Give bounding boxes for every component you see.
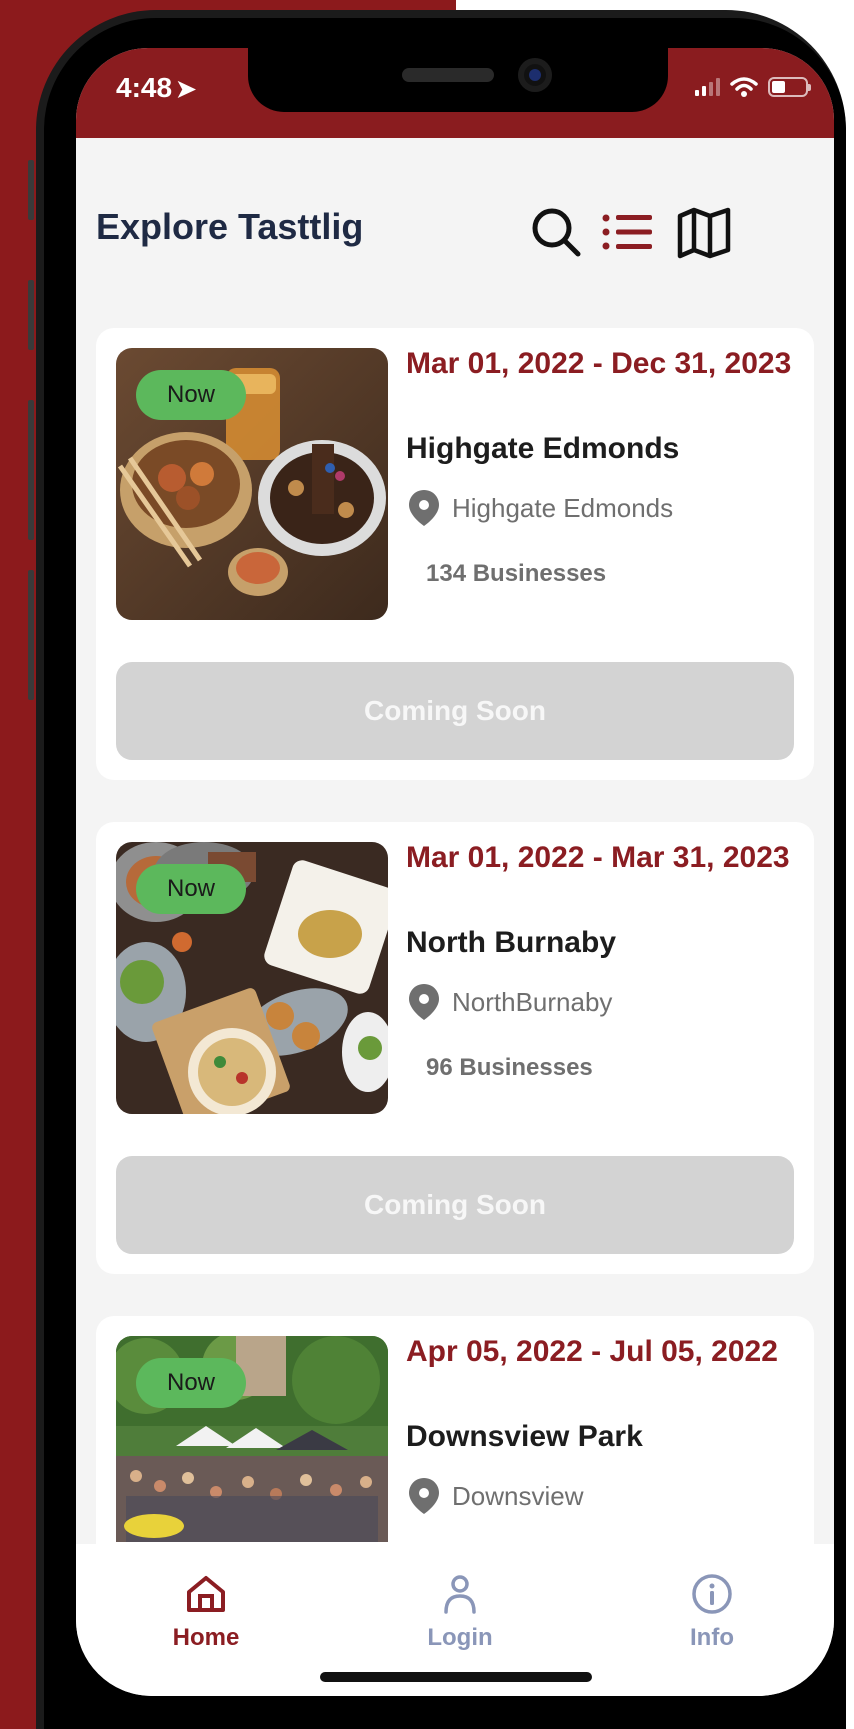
location-pin-icon: [409, 1478, 439, 1514]
location-text: NorthBurnaby: [452, 986, 613, 1017]
business-count: 134 Businesses: [426, 560, 607, 587]
festival-image-food: Now: [116, 348, 388, 620]
festival-image-market: Now: [116, 1336, 388, 1542]
list-view-icon[interactable]: [600, 204, 656, 260]
tab-info-label: Info: [690, 1624, 734, 1651]
wifi-icon: [730, 77, 758, 97]
page-title: Explore Tasttlig: [96, 206, 364, 247]
festival-location: NorthBurnaby: [406, 982, 612, 1022]
coming-soon-button[interactable]: Coming Soon: [116, 662, 794, 760]
user-icon: [444, 1575, 476, 1614]
mute-switch: [28, 160, 34, 220]
status-bar: 4:48 ➤: [76, 48, 834, 138]
phone-screen: 4:48 ➤ Explore Tasttlig Now Mar 01, 2022…: [76, 48, 834, 1696]
info-icon: [692, 1574, 732, 1614]
status-badge: Now: [136, 370, 246, 420]
map-view-icon[interactable]: [676, 204, 732, 260]
front-camera: [518, 58, 552, 92]
location-pin-icon: [409, 984, 439, 1020]
festival-location: Highgate Edmonds: [406, 488, 673, 528]
festival-dates: Apr 05, 2022 - Jul 05, 2022: [406, 1335, 778, 1368]
status-badge: Now: [136, 1358, 246, 1408]
coming-soon-button[interactable]: Coming Soon: [116, 1156, 794, 1254]
status-icons: [695, 76, 811, 98]
location-text: Downsview: [452, 1480, 584, 1511]
notch: [248, 48, 668, 112]
home-icon: [187, 1576, 225, 1612]
festival-image-food: Now: [116, 842, 388, 1114]
festival-card[interactable]: Now Mar 01, 2022 - Mar 31, 2023 North Bu…: [96, 822, 814, 1274]
tab-login[interactable]: Login: [390, 1572, 530, 1652]
earpiece-speaker: [402, 68, 494, 82]
home-indicator: [320, 1672, 592, 1682]
tab-info[interactable]: Info: [642, 1572, 782, 1652]
page-header: Explore Tasttlig: [76, 138, 834, 288]
business-count: 96 Businesses: [426, 1054, 593, 1081]
festival-location: Downsview: [406, 1476, 584, 1516]
search-icon[interactable]: [528, 204, 584, 260]
battery-icon: [768, 77, 811, 97]
festival-card[interactable]: Now Mar 01, 2022 - Dec 31, 2023 Highgate…: [96, 328, 814, 780]
festival-name: North Burnaby: [406, 926, 616, 959]
status-time: 4:48 ➤: [116, 72, 196, 104]
tab-login-label: Login: [427, 1624, 493, 1651]
festival-dates: Mar 01, 2022 - Mar 31, 2023: [406, 841, 790, 874]
status-time-text: 4:48: [116, 72, 173, 103]
cellular-signal-icon: [695, 78, 720, 96]
volume-down-button-2: [28, 570, 34, 700]
location-pin-icon: [409, 490, 439, 526]
status-badge: Now: [136, 864, 246, 914]
tab-home-label: Home: [172, 1624, 240, 1651]
festival-name: Highgate Edmonds: [406, 432, 680, 465]
volume-up-button: [28, 280, 34, 350]
tab-home[interactable]: Home: [136, 1572, 276, 1652]
location-text: Highgate Edmonds: [452, 492, 674, 523]
location-arrow-icon: ➤: [176, 76, 197, 103]
festival-dates: Mar 01, 2022 - Dec 31, 2023: [406, 347, 792, 380]
festival-name: Downsview Park: [406, 1420, 643, 1453]
volume-down-button: [28, 400, 34, 540]
